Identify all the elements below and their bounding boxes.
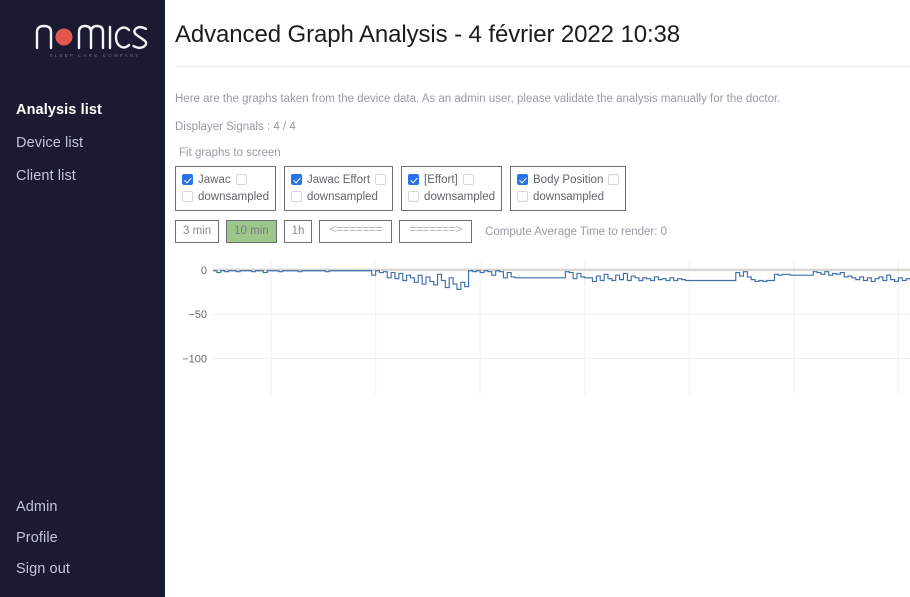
signals-count-label: Displayer Signals : 4 / 4: [175, 121, 296, 133]
checkbox-jawac-effort[interactable]: [290, 174, 302, 185]
sidebar-item-client-list[interactable]: Client list: [0, 160, 165, 193]
signal-enable-line: Body Position: [517, 171, 620, 188]
main-content: Advanced Graph Analysis - 4 février 2022…: [165, 0, 910, 597]
downsampled-label: downsampled: [424, 190, 496, 203]
signal-downsample-line: downsampled: [408, 188, 495, 205]
sidebar-nav-secondary: Admin Profile Sign out: [0, 492, 165, 585]
downsampled-label: downsampled: [306, 190, 378, 203]
chart-ytick-label: −100: [182, 354, 207, 366]
checkbox-jawac-extra[interactable]: [235, 174, 247, 185]
checkbox-jawac-downsampled[interactable]: [182, 191, 193, 202]
signal-group-jawac: Jawac downsampled: [175, 166, 276, 211]
signal-enable-line: Jawac Effort: [290, 171, 387, 188]
page-title: Advanced Graph Analysis - 4 février 2022…: [175, 21, 681, 48]
fit-graphs-label: Fit graphs to screen: [179, 147, 281, 159]
chart-ytick-label: −50: [188, 309, 207, 321]
signal-label: Jawac: [198, 173, 231, 186]
sidebar-nav-primary: Analysis list Device list Client list: [0, 94, 165, 193]
app-root: SLEEP CARE COMPANY Analysis list Device …: [0, 0, 910, 597]
signal-downsample-line: downsampled: [290, 188, 386, 205]
checkbox-effort-downsampled[interactable]: [408, 191, 420, 202]
logo: SLEEP CARE COMPANY: [0, 0, 165, 78]
timescale-toolbar: 3 min 10 min 1h <======= =======> Comput…: [165, 211, 910, 243]
signal-enable-line: Jawac: [182, 171, 269, 188]
signal-label: Body Position: [533, 173, 604, 186]
checkbox-body-position-downsampled[interactable]: [517, 191, 529, 202]
sidebar-item-profile[interactable]: Profile: [0, 523, 165, 554]
sidebar-item-device-list[interactable]: Device list: [0, 127, 165, 160]
checkbox-body-position[interactable]: [517, 174, 529, 185]
checkbox-body-position-extra[interactable]: [608, 174, 620, 185]
nomics-logo-icon: SLEEP CARE COMPANY: [33, 16, 153, 62]
button-10-min[interactable]: 10 min: [226, 220, 277, 243]
checkbox-jawac[interactable]: [182, 174, 193, 185]
downsampled-label: downsampled: [198, 190, 269, 203]
signal-group-jawac-effort: Jawac Effort downsampled: [283, 166, 394, 211]
downsampled-label: downsampled: [533, 190, 604, 203]
intro-text: Here are the graphs taken from the devic…: [175, 93, 781, 105]
signal-downsample-line: downsampled: [517, 188, 619, 205]
chart-series-line: [213, 270, 910, 290]
button-3-min[interactable]: 3 min: [175, 220, 220, 243]
button-scroll-left[interactable]: <=======: [319, 220, 393, 243]
signal-group-effort: [Effort] downsampled: [401, 166, 503, 211]
signal-label: [Effort]: [424, 173, 458, 186]
button-scroll-right[interactable]: =======>: [399, 220, 473, 243]
signal-downsample-line: downsampled: [182, 188, 269, 205]
signal-label: Jawac Effort: [306, 173, 371, 186]
sidebar-item-analysis-list[interactable]: Analysis list: [0, 94, 165, 127]
chart-ytick-label: 0: [201, 265, 207, 277]
checkbox-jawac-effort-downsampled[interactable]: [290, 191, 302, 202]
checkbox-jawac-effort-extra[interactable]: [375, 174, 387, 185]
logo-dot: [55, 28, 73, 46]
logo-tagline: SLEEP CARE COMPANY: [50, 53, 141, 58]
signal-chart: 0 −50 −100: [165, 249, 910, 409]
checkbox-effort-extra[interactable]: [462, 174, 474, 185]
signal-enable-line: [Effort]: [408, 171, 495, 188]
sidebar-item-admin[interactable]: Admin: [0, 492, 165, 523]
compute-average-time-label: Compute Average Time to render: 0: [485, 225, 668, 238]
sidebar: SLEEP CARE COMPANY Analysis list Device …: [0, 0, 165, 597]
checkbox-effort[interactable]: [408, 174, 420, 185]
chart-canvas[interactable]: 0 −50 −100: [165, 249, 910, 409]
signal-group-row: Jawac downsampled Jawac Effort downsampl…: [165, 160, 910, 211]
sidebar-item-sign-out[interactable]: Sign out: [0, 554, 165, 585]
signal-group-body-position: Body Position downsampled: [510, 166, 627, 211]
button-1h[interactable]: 1h: [283, 220, 313, 243]
